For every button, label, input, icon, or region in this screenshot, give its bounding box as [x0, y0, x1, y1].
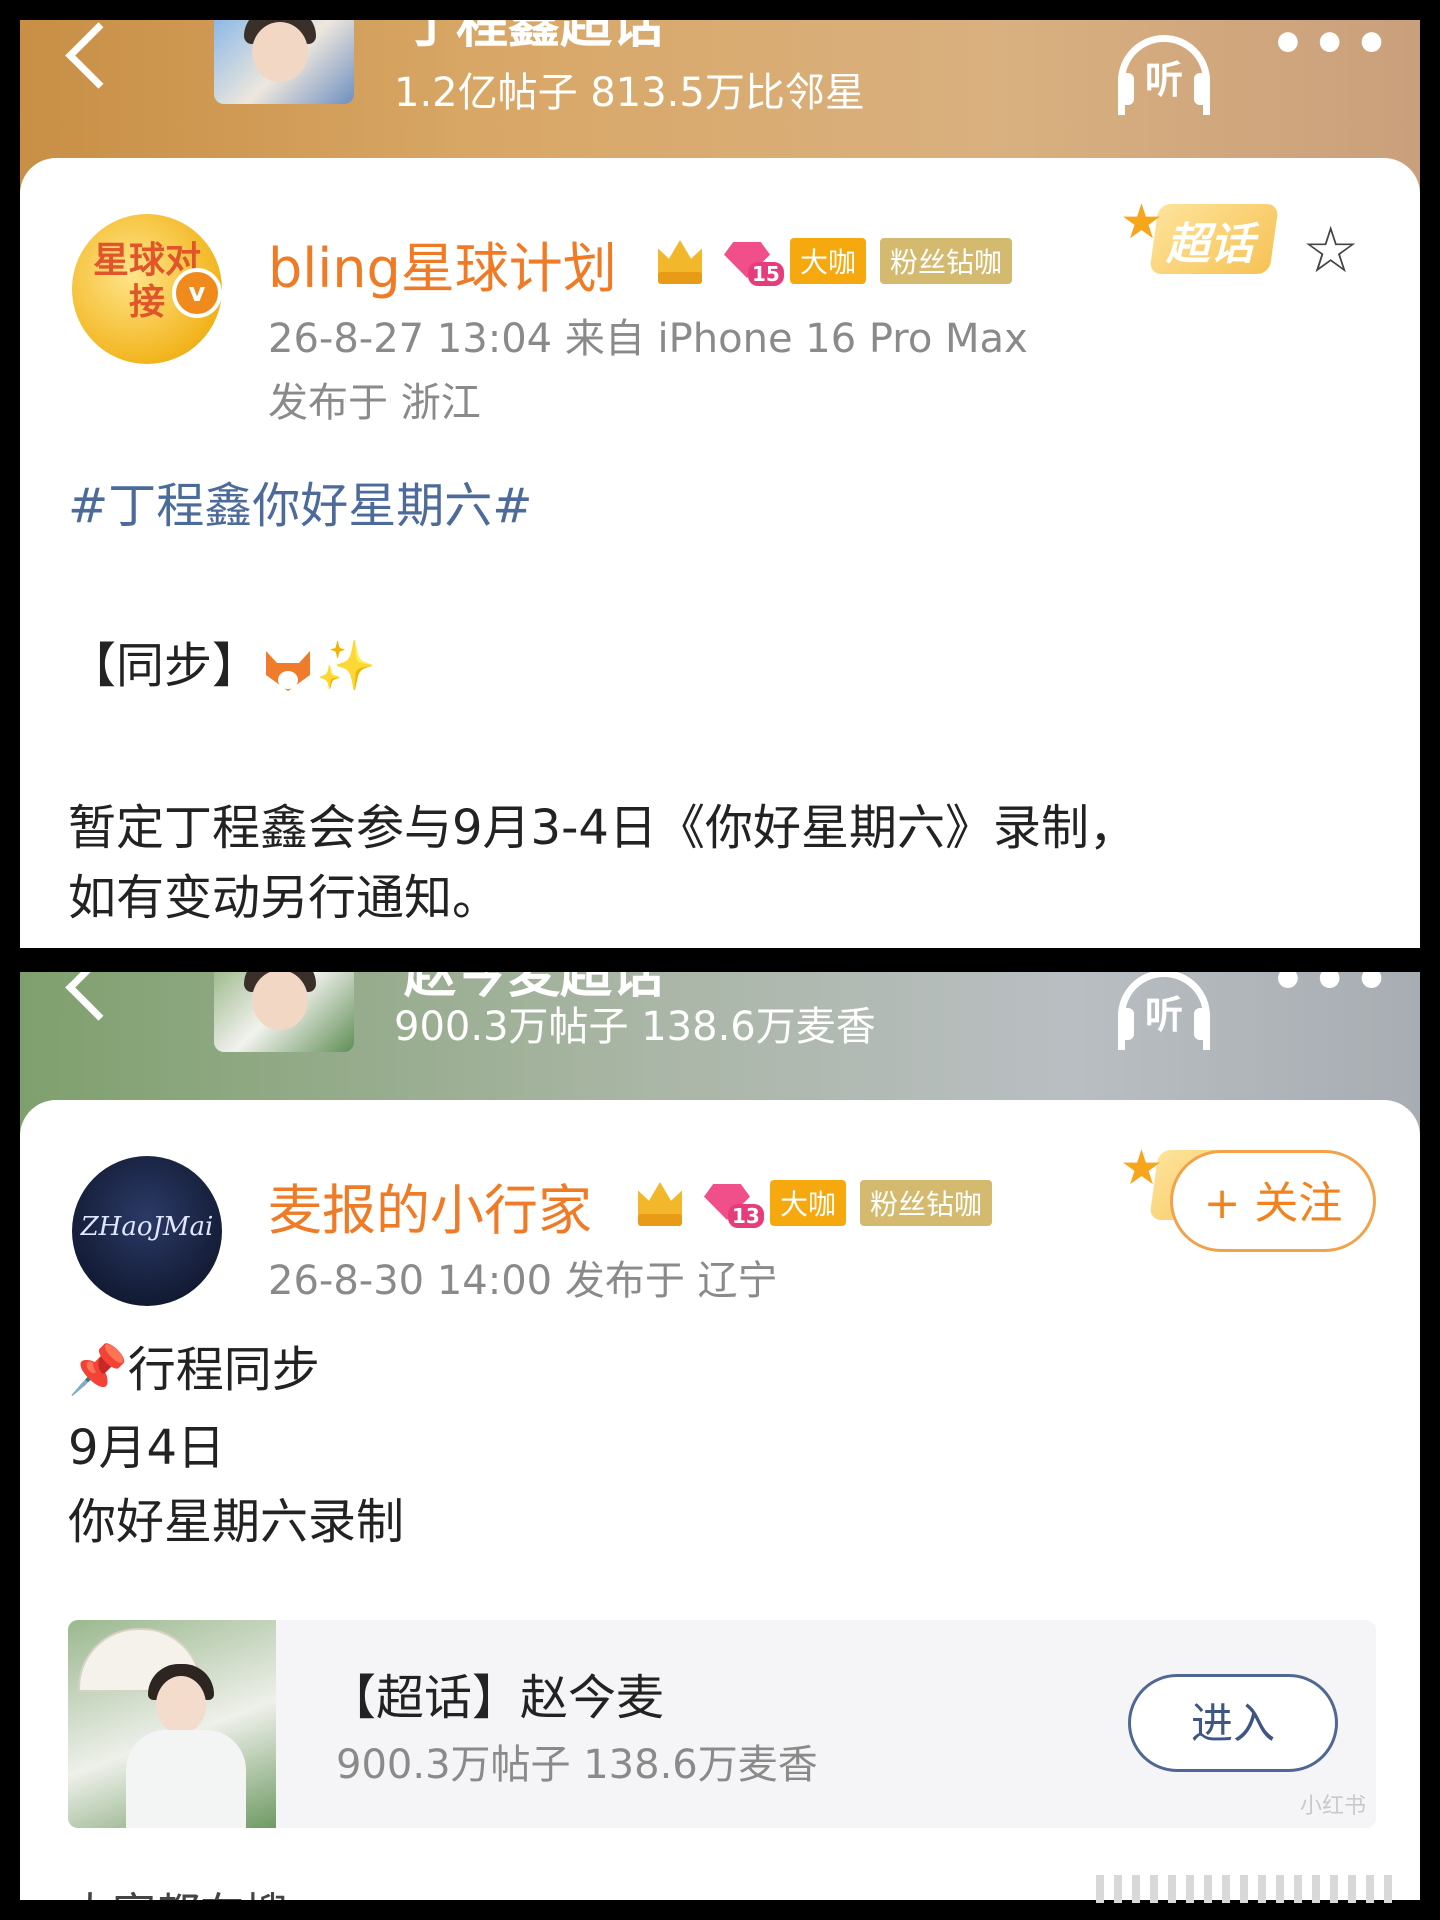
content-line-1: 暂定丁程鑫会参与9月3-4日《你好星期六》录制， — [68, 800, 1137, 856]
watermark: 小红书 — [1300, 1794, 1367, 1819]
bar — [1114, 1875, 1122, 1903]
content-text-1: 行程同步 — [127, 1342, 320, 1398]
bar — [1186, 1875, 1194, 1903]
bar — [1330, 1875, 1338, 1903]
bar — [1366, 1875, 1374, 1903]
post-card: 星球对接 bling星球计划 15 大咖 粉丝钻咖 ★ 超话 ☆ 26-8-27… — [20, 158, 1420, 948]
sync-line: 【同步】 ✨ — [68, 636, 376, 697]
content-line-3: 你好星期六录制 — [68, 1494, 405, 1550]
gem-level: 15 — [748, 262, 784, 286]
avatar[interactable]: ZHaoJMai — [72, 1156, 222, 1306]
hashtag[interactable]: #丁程鑫你好星期六# — [68, 478, 532, 534]
listen-label: 听 — [1144, 58, 1183, 102]
content-line-1: 📌行程同步 — [68, 1340, 320, 1400]
author-badges: 15 大咖 粉丝钻咖 — [652, 236, 1013, 286]
enter-button[interactable]: 进入 — [1128, 1674, 1338, 1772]
bar — [1384, 1875, 1392, 1903]
headphone-cup-right — [1194, 1008, 1210, 1040]
gem-level-icon[interactable]: 13 — [702, 1178, 764, 1228]
bar — [1348, 1875, 1356, 1903]
post-meta-location: 发布于 浙江 — [268, 380, 481, 426]
tag-dakai[interactable]: 大咖 — [790, 238, 867, 284]
bar — [1312, 1875, 1320, 1903]
bar — [1240, 1875, 1248, 1903]
bar — [1258, 1875, 1266, 1903]
post-meta-time-source: 26-8-27 13:04 来自 iPhone 16 Pro Max — [268, 316, 1028, 362]
crown-icon[interactable] — [652, 236, 708, 286]
bar — [1204, 1875, 1212, 1903]
post-panel-1: 丁程鑫超话 1.2亿帖子 813.5万比邻星 听 ••• 星球对接 bling星… — [20, 20, 1420, 948]
headphone-cup-left — [1118, 73, 1134, 105]
topic-title: 丁程鑫超话 — [404, 20, 665, 55]
topic-cover-image[interactable] — [214, 972, 354, 1052]
content-line-2: 9月4日 — [68, 1420, 226, 1476]
trending-search-label: 大家都在搜 — [68, 1878, 288, 1900]
bar — [1168, 1875, 1176, 1903]
pushpin-emoji-icon: 📌 — [68, 1342, 128, 1398]
listen-label: 听 — [1144, 993, 1183, 1037]
tag-fan-diamond[interactable]: 粉丝钻咖 — [860, 1180, 993, 1226]
fox-emoji-icon — [260, 641, 316, 697]
topic-card-thumbnail — [68, 1620, 276, 1828]
cover-face — [252, 22, 308, 82]
bar — [1222, 1875, 1230, 1903]
verified-icon: v — [172, 268, 222, 318]
hashtag-line[interactable]: #丁程鑫你好星期六# — [68, 476, 532, 536]
chaohua-label: 超话 — [1166, 219, 1254, 270]
post-meta-time-location: 26-8-30 14:00 发布于 辽宁 — [268, 1258, 778, 1304]
thumb-dress — [126, 1730, 246, 1828]
crown-icon[interactable] — [632, 1178, 688, 1228]
topic-stats: 900.3万帖子 138.6万麦香 — [394, 1004, 876, 1050]
content-line-2: 如有变动另行通知。 — [68, 870, 501, 926]
decorative-bars — [1096, 1875, 1420, 1903]
author-badges: 13 大咖 粉丝钻咖 — [632, 1178, 993, 1228]
listen-button[interactable]: 听 — [1118, 972, 1218, 1050]
bar — [1150, 1875, 1158, 1903]
headphone-cup-right — [1194, 73, 1210, 105]
back-icon[interactable] — [65, 972, 132, 1021]
more-icon[interactable]: ••• — [1270, 20, 1395, 77]
sparkles-emoji-icon: ✨ — [316, 638, 376, 694]
author-name[interactable]: 麦报的小行家 — [268, 1166, 592, 1245]
bar — [1132, 1875, 1140, 1903]
cover-face — [252, 972, 308, 1030]
topic-card-stats: 900.3万帖子 138.6万麦香 — [336, 1742, 818, 1788]
more-icon[interactable]: ••• — [1270, 972, 1395, 1013]
star-icon: ★ — [1120, 1140, 1164, 1196]
favorite-star-icon[interactable]: ☆ — [1302, 214, 1359, 288]
tag-fan-diamond[interactable]: 粉丝钻咖 — [880, 238, 1013, 284]
post-panel-2: 赵今麦超话 900.3万帖子 138.6万麦香 听 ••• ZHaoJMai 麦… — [20, 972, 1420, 1900]
follow-button[interactable]: + 关注 — [1170, 1150, 1376, 1252]
back-icon[interactable] — [65, 22, 132, 89]
bar — [1276, 1875, 1284, 1903]
gem-level: 13 — [728, 1204, 764, 1228]
topic-stats: 1.2亿帖子 813.5万比邻星 — [394, 70, 865, 116]
listen-button[interactable]: 听 — [1118, 35, 1218, 115]
sync-label: 【同步】 — [68, 638, 261, 694]
gem-level-icon[interactable]: 15 — [722, 236, 784, 286]
star-icon: ★ — [1120, 194, 1164, 250]
linked-topic-card[interactable]: 【超话】赵今麦 900.3万帖子 138.6万麦香 进入 — [68, 1620, 1376, 1828]
topic-cover-image[interactable] — [214, 20, 354, 104]
tag-dakai[interactable]: 大咖 — [770, 1180, 847, 1226]
post-card: ZHaoJMai 麦报的小行家 13 大咖 粉丝钻咖 ★ + 关注 26-8-3… — [20, 1100, 1420, 1900]
bar — [1096, 1875, 1104, 1903]
thumb-face — [156, 1676, 206, 1734]
chaohua-badge[interactable]: ★ 超话 — [1114, 194, 1284, 280]
bar — [1294, 1875, 1302, 1903]
topic-card-title: 【超话】赵今麦 — [328, 1670, 665, 1726]
avatar-text: ZHaoJMai — [80, 1212, 214, 1242]
author-name[interactable]: bling星球计划 — [268, 224, 617, 303]
headphone-cup-left — [1118, 1008, 1134, 1040]
